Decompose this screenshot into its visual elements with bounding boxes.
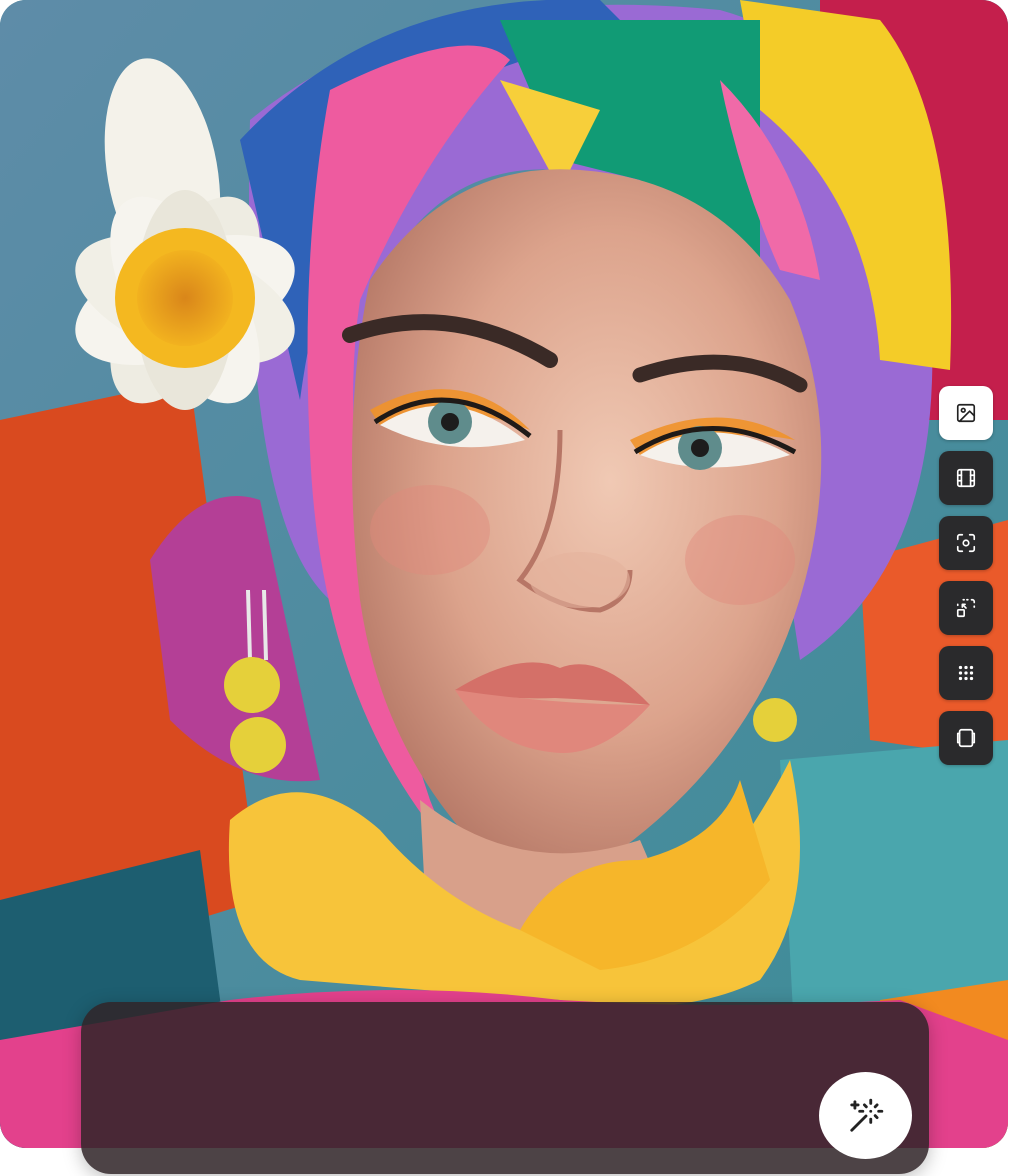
layers-icon (956, 728, 976, 748)
grid-tool-button[interactable] (939, 646, 993, 700)
side-toolbar (939, 386, 993, 765)
portrait-image (0, 0, 1008, 1148)
image-canvas[interactable] (0, 0, 1008, 1148)
generate-button[interactable] (819, 1072, 912, 1159)
focus-tool-button[interactable] (939, 516, 993, 570)
layers-tool-button[interactable] (939, 711, 993, 765)
resize-icon (956, 598, 976, 618)
grid-icon (958, 665, 974, 681)
film-icon (956, 468, 976, 488)
magic-wand-icon (849, 1098, 883, 1132)
image-tool-button[interactable] (939, 386, 993, 440)
video-tool-button[interactable] (939, 451, 993, 505)
prompt-input[interactable] (109, 1028, 813, 1142)
image-icon (956, 403, 976, 423)
prompt-panel (81, 1002, 929, 1174)
resize-tool-button[interactable] (939, 581, 993, 635)
focus-icon (956, 533, 976, 553)
